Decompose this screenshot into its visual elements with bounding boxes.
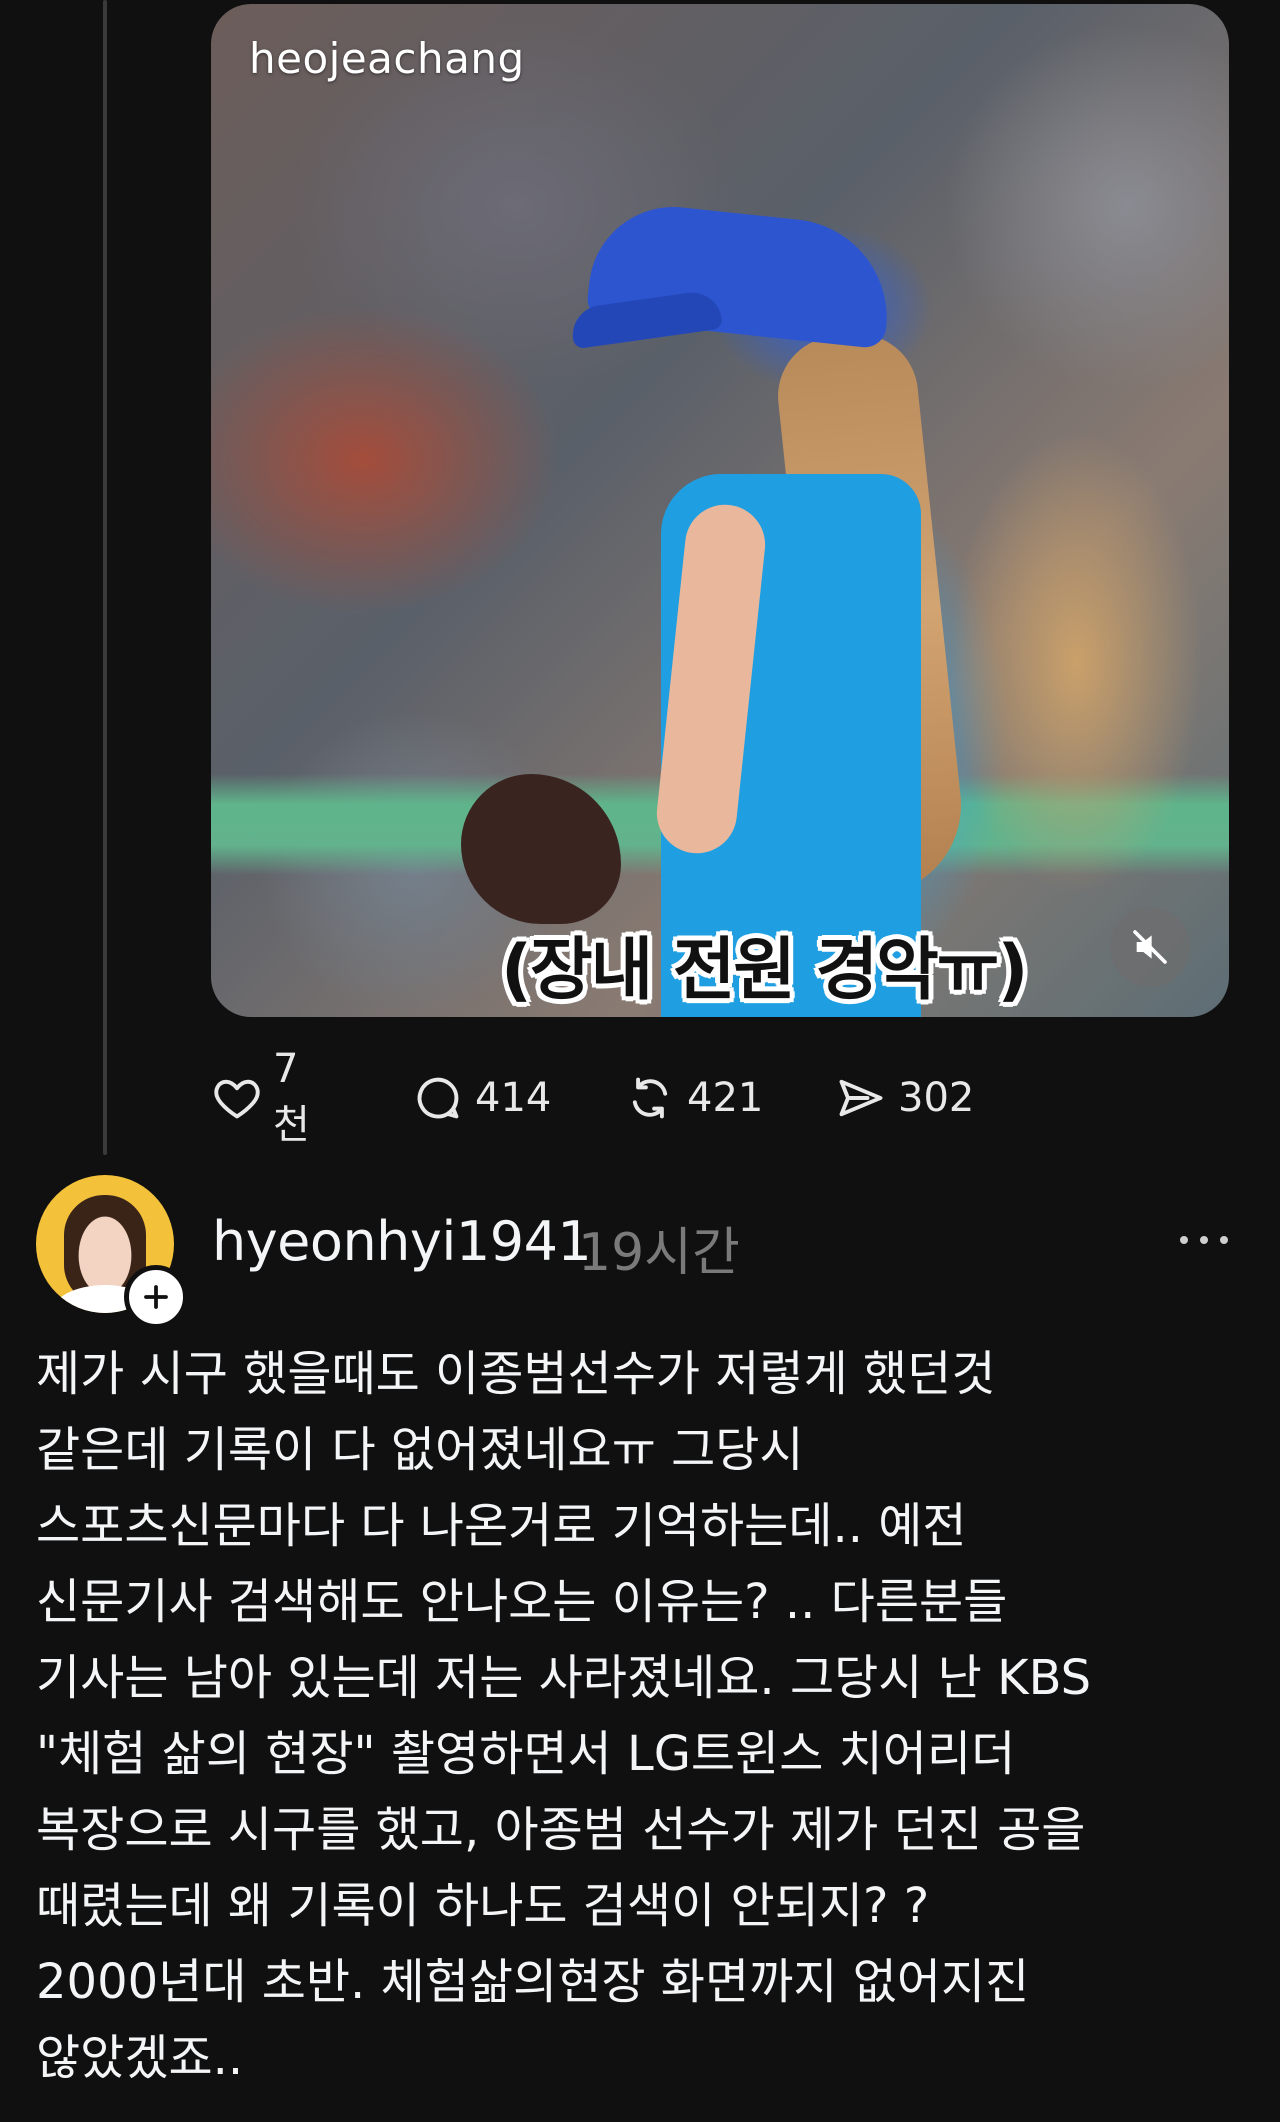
reply-username[interactable]: hyeonhyi1941 [212,1210,592,1273]
reply-line: 2000년대 초반. 체험삶의현장 화면까지 없어지진 [36,1954,1030,2010]
reply-line: 기사는 남아 있는데 저는 사라졌네요. 그당시 난 KBS [36,1650,1092,1706]
video-media-card[interactable]: heojeachang (장내 전원 경악ㅠ) [211,4,1229,1017]
follow-button[interactable] [124,1265,188,1329]
reply-line: 때렸는데 왜 기록이 하나도 검색이 안되지? ? [36,1878,930,1934]
reply-timestamp: 19시간 [578,1223,740,1283]
reply-body-text: 제가 시구 했을때도 이종범선수가 저렇게 했던것 같은데 기록이 다 없어졌네… [36,1336,1236,2096]
more-options-button[interactable] [1180,1225,1228,1255]
more-dot-icon [1180,1236,1188,1244]
repost-icon [623,1071,677,1125]
mute-toggle-button[interactable] [1110,907,1190,987]
comment-button[interactable]: 414 [411,1071,551,1125]
comment-count: 414 [475,1075,552,1121]
more-dot-icon [1200,1236,1208,1244]
video-subtitle: (장내 전원 경악ㅠ) [501,931,1028,1010]
more-dot-icon [1220,1236,1228,1244]
reply-line: 같은데 기록이 다 없어졌네요ㅠ 그당시 [36,1422,804,1478]
plus-icon [144,1285,168,1309]
reply-line: 않았겠죠.. [36,2030,244,2086]
video-frame-glove [461,774,621,924]
reply-line: 스포츠신문마다 다 나온거로 기억하는데.. 예전 [36,1498,967,1554]
repost-count: 421 [687,1075,764,1121]
repost-button[interactable]: 421 [623,1071,763,1125]
speaker-muted-icon [1133,930,1167,964]
like-button[interactable]: 7천 [211,1046,312,1150]
video-watermark: heojeachang [249,34,525,83]
share-count: 302 [898,1075,975,1121]
reply-line: "체험 삶의 현장" 촬영하면서 LG트윈스 치어리더 [36,1726,1016,1782]
share-button[interactable]: 302 [834,1071,974,1125]
comment-bubble-icon [411,1071,465,1125]
reply-line: 복장으로 시구를 했고, 아종범 선수가 제가 던진 공을 [36,1802,1086,1858]
reply-line: 신문기사 검색해도 안나오는 이유는? .. 다른분들 [36,1574,1008,1630]
like-count: 7천 [273,1046,310,1148]
reply-line: 제가 시구 했을때도 이종범선수가 저렇게 했던것 [36,1346,996,1402]
heart-icon [211,1071,263,1125]
thread-connector-line [103,0,107,1155]
send-icon [834,1071,888,1125]
